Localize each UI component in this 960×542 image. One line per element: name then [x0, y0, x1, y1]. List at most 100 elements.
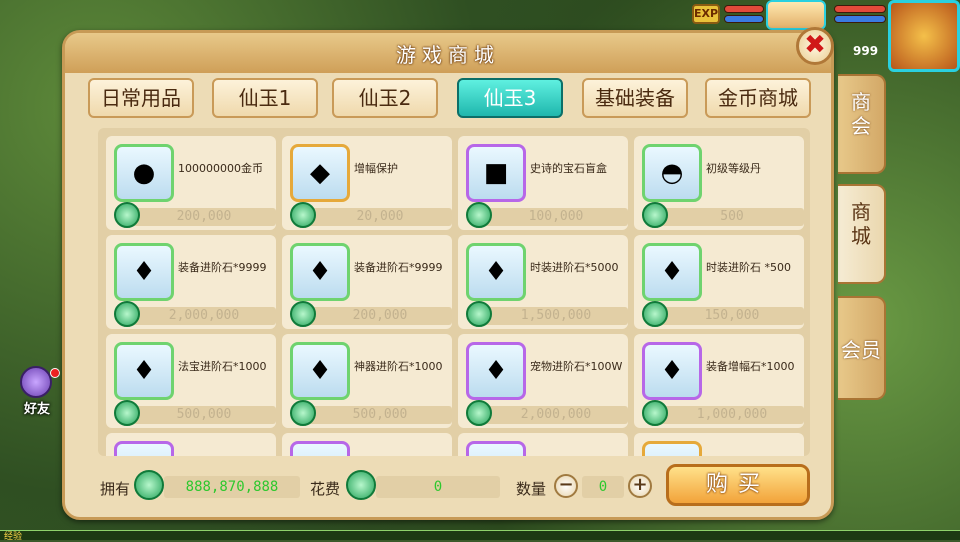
quantity-minus-button[interactable]: −: [554, 474, 578, 498]
item-name: 增幅保护: [354, 162, 398, 175]
player-mp-bar: [834, 15, 886, 23]
jade-currency-icon: [114, 301, 140, 327]
player-hp-bar: [834, 5, 886, 13]
item-name: 史诗的宝石盲盒: [530, 162, 607, 175]
cost-value: 0: [376, 476, 500, 498]
tab-jade-1[interactable]: 仙玉1: [212, 78, 318, 118]
item-card[interactable]: ♦ 宠物进阶石*100W 2,000,000: [458, 334, 628, 428]
side-tab-vip[interactable]: 会员: [838, 296, 886, 400]
item-card[interactable]: ♦ 装备增幅石*1000 1,000,000: [634, 334, 804, 428]
quantity-plus-button[interactable]: +: [628, 474, 652, 498]
item-symbol: ♦: [484, 257, 508, 287]
item-card[interactable]: ♦ 时装进阶石 *500 150,000: [634, 235, 804, 329]
stone-bag-icon: ♦: [642, 342, 702, 400]
tab-gold-shop[interactable]: 金币商城: [705, 78, 811, 118]
tab-jade-2[interactable]: 仙玉2: [332, 78, 438, 118]
item-price-row: 100,000: [484, 208, 628, 226]
player-avatar[interactable]: [888, 0, 960, 72]
item-price: 1,000,000: [696, 407, 768, 422]
item-symbol: ♦: [132, 257, 156, 287]
jade-currency-icon: [642, 301, 668, 327]
item-card[interactable]: ♦ 时装进阶石*5000 1,500,000: [458, 235, 628, 329]
item-symbol: ◇: [117, 444, 171, 456]
item-card[interactable]: ◇: [282, 433, 452, 456]
item-name: 100000000金币: [178, 162, 263, 175]
own-value: 888,870,888: [164, 476, 300, 498]
item-price: 200,000: [176, 209, 232, 224]
tab-label: 仙玉3: [483, 86, 537, 110]
tab-label: 基础装备: [595, 86, 675, 110]
item-card[interactable]: ● 100000000金币 200,000: [106, 136, 276, 230]
tab-label: 金币商城: [718, 86, 798, 110]
player-level: 999: [853, 44, 879, 58]
shield-charm-icon: ◆: [290, 144, 350, 202]
shop-title: 游戏商城: [396, 43, 500, 67]
exp-badge: EXP: [692, 4, 720, 24]
jade-currency-icon: [114, 400, 140, 426]
quantity-value[interactable]: 0: [582, 476, 624, 498]
cost-label: 花费: [310, 480, 341, 498]
item-card[interactable]: ♦ 装备进阶石*9999 200,000: [282, 235, 452, 329]
item-card[interactable]: ■ 史诗的宝石盲盒 100,000: [458, 136, 628, 230]
item-name: 时装进阶石 *500: [706, 261, 791, 274]
item-price-row: 1,000,000: [660, 406, 804, 424]
pet-avatar[interactable]: [766, 0, 826, 30]
item-card[interactable]: ♦ 神器进阶石*1000 500,000: [282, 334, 452, 428]
tab-label: 日常用品: [101, 86, 181, 110]
item-price-row: 200,000: [132, 208, 276, 226]
notification-dot: [50, 368, 60, 378]
item-price: 500,000: [352, 407, 408, 422]
buy-button[interactable]: 购买: [666, 464, 810, 506]
jade-currency-icon: [642, 202, 668, 228]
item-price: 2,000,000: [168, 308, 240, 323]
item-card[interactable]: ◓ 初级等级丹 500: [634, 136, 804, 230]
item-symbol: ●: [132, 158, 156, 188]
exp-bar-label: 经验: [4, 532, 23, 542]
jade-currency-icon: [290, 202, 316, 228]
item-symbol: ♦: [484, 356, 508, 386]
friend-button[interactable]: 好友: [14, 366, 60, 418]
item-name: 初级等级丹: [706, 162, 761, 175]
jade-currency-icon: [290, 400, 316, 426]
item-price-row: 2,000,000: [132, 307, 276, 325]
stone-bag-icon: ♦: [290, 342, 350, 400]
item-card[interactable]: ♦ 法宝进阶石*1000 500,000: [106, 334, 276, 428]
item-icon: ◇: [290, 441, 350, 456]
item-price: 2,000,000: [520, 407, 592, 422]
tab-daily-goods[interactable]: 日常用品: [88, 78, 194, 118]
item-card[interactable]: ♦ 装备进阶石*9999 2,000,000: [106, 235, 276, 329]
side-tab-label: 商城: [851, 200, 871, 248]
friend-label: 好友: [24, 402, 51, 417]
item-price-row: 200,000: [308, 307, 452, 325]
treasure-chest-icon: ■: [466, 144, 526, 202]
item-price-row: 20,000: [308, 208, 452, 226]
item-grid[interactable]: ● 100000000金币 200,000 ◆ 增幅保护 20,000 ■ 史诗的宝石盲盒 10…: [98, 128, 810, 456]
mp-bar: [724, 15, 764, 23]
item-card[interactable]: ◇: [458, 433, 628, 456]
item-name: 时装进阶石*5000: [530, 261, 619, 274]
stone-bag-icon: ♦: [114, 342, 174, 400]
item-card[interactable]: ◇: [106, 433, 276, 456]
tab-jade-3[interactable]: 仙玉3: [457, 78, 563, 118]
item-symbol: ■: [483, 158, 509, 188]
side-tab-mall[interactable]: 商城: [838, 184, 886, 284]
item-symbol: ◇: [469, 444, 523, 456]
tab-basic-equipment[interactable]: 基础装备: [582, 78, 688, 118]
item-name: 装备进阶石*9999: [178, 261, 267, 274]
item-symbol: ◆: [310, 158, 330, 188]
purchase-footer: 拥有 888,870,888 花费 0 数量 − 0 + 购买: [98, 464, 810, 506]
item-icon: ◇: [114, 441, 174, 456]
jade-currency-icon: [466, 202, 492, 228]
item-card[interactable]: ◇: [634, 433, 804, 456]
jade-currency-icon: [290, 301, 316, 327]
item-symbol: ♦: [660, 257, 684, 287]
side-tab-guild[interactable]: 商会: [838, 74, 886, 174]
stone-bag-icon: ♦: [642, 243, 702, 301]
item-name: 装备增幅石*1000: [706, 360, 795, 373]
item-symbol: ◓: [660, 158, 684, 188]
hp-bar: [724, 5, 764, 13]
item-price: 500,000: [176, 407, 232, 422]
close-button[interactable]: ✖: [796, 27, 834, 65]
item-card[interactable]: ◆ 增幅保护 20,000: [282, 136, 452, 230]
item-price-row: 500,000: [308, 406, 452, 424]
